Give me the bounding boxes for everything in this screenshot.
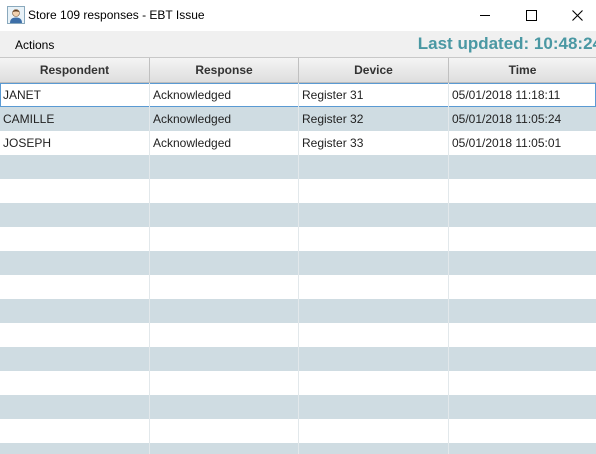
empty-cell xyxy=(449,395,596,419)
empty-cell xyxy=(299,395,449,419)
empty-row xyxy=(0,251,596,275)
empty-cell xyxy=(299,347,449,371)
empty-row xyxy=(0,419,596,443)
empty-cell xyxy=(449,419,596,443)
minimize-button[interactable] xyxy=(462,0,508,31)
empty-cell xyxy=(0,203,150,227)
empty-cell xyxy=(449,227,596,251)
empty-cell xyxy=(449,179,596,203)
empty-cell xyxy=(150,203,299,227)
empty-row xyxy=(0,179,596,203)
cell-time: 05/01/2018 11:18:11 xyxy=(452,88,561,102)
empty-cell xyxy=(299,155,449,179)
empty-cell xyxy=(0,155,150,179)
menu-actions[interactable]: Actions xyxy=(15,38,54,52)
empty-cell xyxy=(0,275,150,299)
cell-respondent: JOSEPH xyxy=(0,131,150,155)
empty-cell xyxy=(449,155,596,179)
empty-cell xyxy=(299,299,449,323)
empty-cell xyxy=(150,443,299,454)
cell-respondent: CAMILLE xyxy=(0,107,150,131)
cell-device: Register 32 xyxy=(299,107,449,131)
empty-row xyxy=(0,155,596,179)
empty-cell xyxy=(0,347,150,371)
column-header-response[interactable]: Response xyxy=(150,58,299,83)
cell-time: 05/01/2018 11:05:24 xyxy=(452,112,562,126)
minimize-icon xyxy=(480,15,490,16)
empty-cell xyxy=(150,323,299,347)
cell-device: Register 31 xyxy=(299,83,449,107)
empty-cell xyxy=(0,371,150,395)
empty-row xyxy=(0,323,596,347)
empty-cell xyxy=(0,227,150,251)
grid-header: Respondent Response Device Time xyxy=(0,57,596,83)
empty-row xyxy=(0,347,596,371)
grid-rows: JANET Acknowledged Register 31 05/01/201… xyxy=(0,83,596,454)
empty-cell xyxy=(0,443,150,454)
empty-cell xyxy=(299,203,449,227)
empty-cell xyxy=(449,203,596,227)
empty-cell xyxy=(0,299,150,323)
empty-cell xyxy=(299,227,449,251)
empty-row xyxy=(0,395,596,419)
close-button[interactable] xyxy=(554,0,596,31)
empty-row xyxy=(0,275,596,299)
empty-cell xyxy=(449,371,596,395)
responses-grid: Respondent Response Device Time JANET Ac… xyxy=(0,57,596,454)
empty-row xyxy=(0,371,596,395)
column-header-time[interactable]: Time xyxy=(449,58,596,83)
empty-row xyxy=(0,299,596,323)
empty-cell xyxy=(299,371,449,395)
empty-cell xyxy=(299,443,449,454)
empty-cell xyxy=(449,251,596,275)
column-header-respondent[interactable]: Respondent xyxy=(0,58,150,83)
window-title: Store 109 responses - EBT Issue xyxy=(28,8,205,22)
table-row[interactable]: CAMILLE Acknowledged Register 32 05/01/2… xyxy=(0,107,596,131)
maximize-button[interactable] xyxy=(508,0,554,31)
cell-response: Acknowledged xyxy=(150,131,299,155)
empty-cell xyxy=(449,275,596,299)
empty-cell xyxy=(299,179,449,203)
empty-cell xyxy=(150,275,299,299)
empty-row xyxy=(0,443,596,454)
empty-cell xyxy=(0,179,150,203)
app-person-icon xyxy=(7,6,25,24)
empty-cell xyxy=(150,155,299,179)
empty-cell xyxy=(0,395,150,419)
cell-respondent: JANET xyxy=(0,83,150,107)
last-updated-label: Last updated: 10:48:24 xyxy=(417,34,596,53)
menu-bar: Actions Last updated: 10:48:24 xyxy=(0,31,596,57)
empty-cell xyxy=(449,299,596,323)
empty-cell xyxy=(449,347,596,371)
empty-cell xyxy=(449,443,596,454)
empty-cell xyxy=(150,227,299,251)
cell-device: Register 33 xyxy=(299,131,449,155)
empty-cell xyxy=(0,251,150,275)
cell-response: Acknowledged xyxy=(150,107,299,131)
empty-cell xyxy=(150,251,299,275)
table-row[interactable]: JOSEPH Acknowledged Register 33 05/01/20… xyxy=(0,131,596,155)
empty-cell xyxy=(449,323,596,347)
cell-time: 05/01/2018 11:05:01 xyxy=(452,136,562,150)
empty-cell xyxy=(299,275,449,299)
table-row[interactable]: JANET Acknowledged Register 31 05/01/201… xyxy=(0,83,596,107)
empty-cell xyxy=(299,419,449,443)
title-bar: Store 109 responses - EBT Issue xyxy=(0,0,596,31)
empty-cell xyxy=(0,323,150,347)
empty-cell xyxy=(150,395,299,419)
empty-cell xyxy=(150,371,299,395)
empty-cell xyxy=(150,179,299,203)
empty-cell xyxy=(150,347,299,371)
empty-cell xyxy=(0,419,150,443)
empty-row xyxy=(0,227,596,251)
cell-response: Acknowledged xyxy=(150,83,299,107)
empty-cell xyxy=(299,251,449,275)
empty-row xyxy=(0,203,596,227)
empty-cell xyxy=(299,323,449,347)
column-header-device[interactable]: Device xyxy=(299,58,449,83)
maximize-icon xyxy=(525,10,537,21)
close-icon xyxy=(571,10,583,21)
empty-cell xyxy=(150,419,299,443)
empty-cell xyxy=(150,299,299,323)
